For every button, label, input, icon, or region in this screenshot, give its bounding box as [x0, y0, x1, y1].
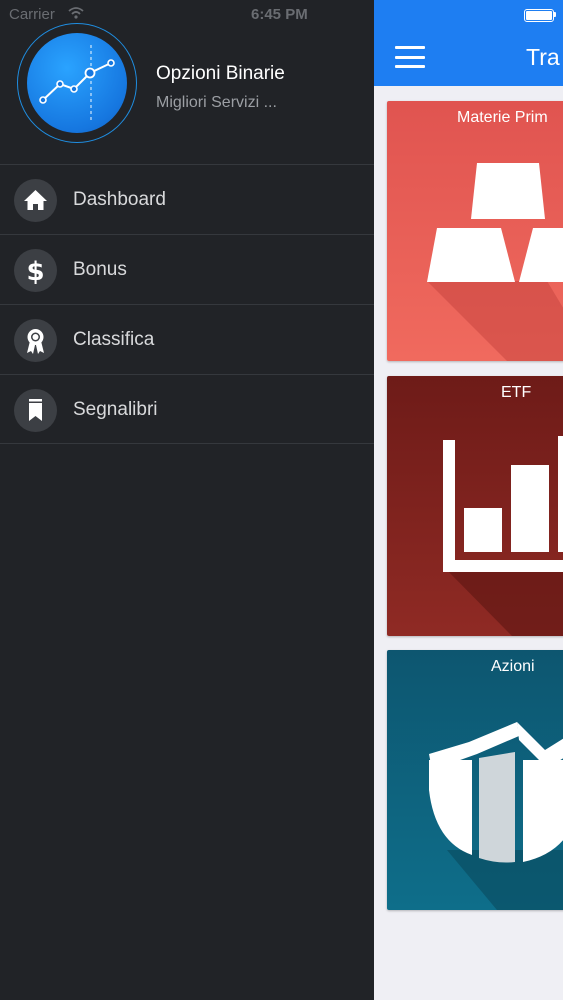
app-name: Opzioni Binarie: [156, 63, 285, 84]
side-drawer: Carrier 6:45 PM Opzioni Binarie Migliori…: [0, 0, 374, 1000]
pie-chart-icon: [429, 722, 563, 910]
svg-text:$: $: [26, 257, 44, 287]
award-ribbon-icon: [14, 319, 57, 362]
home-icon: [14, 179, 57, 222]
menu-item-dashboard[interactable]: Dashboard: [0, 164, 374, 234]
app-logo: [27, 33, 127, 133]
card-materie-prime[interactable]: Materie Prim: [387, 101, 563, 361]
menu-item-label: Segnalibri: [73, 399, 158, 420]
menu-icon[interactable]: [395, 46, 425, 68]
card-etf[interactable]: ETF: [387, 376, 563, 636]
menu-item-label: Classifica: [73, 329, 155, 350]
card-title: ETF: [501, 384, 532, 401]
card-title: Materie Prim: [457, 109, 548, 126]
battery-icon: [524, 9, 554, 22]
app-subtitle: Migliori Servizi ...: [156, 94, 277, 111]
status-bar: Carrier 6:45 PM: [0, 0, 374, 26]
nav-title: Tra: [526, 44, 560, 70]
drawer-menu: Dashboard $ Bonus Classifica Segnalibri: [0, 164, 374, 444]
bookmark-icon: [14, 389, 57, 432]
menu-item-label: Bonus: [73, 259, 127, 280]
menu-item-segnalibri[interactable]: Segnalibri: [0, 374, 374, 444]
dollar-icon: $: [14, 249, 57, 292]
menu-item-bonus[interactable]: $ Bonus: [0, 234, 374, 304]
menu-item-label: Dashboard: [73, 189, 166, 210]
main-content: Tra Materie Prim ETF Azioni: [374, 0, 563, 1000]
menu-item-classifica[interactable]: Classifica: [0, 304, 374, 374]
chart-line-icon: [39, 45, 115, 121]
carrier-label: Carrier: [9, 6, 55, 23]
wifi-icon: [68, 7, 84, 19]
gold-bars-icon: [427, 163, 563, 361]
card-title: Azioni: [491, 658, 535, 675]
nav-bar: Tra: [374, 0, 563, 86]
status-time: 6:45 PM: [251, 6, 308, 23]
card-azioni[interactable]: Azioni: [387, 650, 563, 910]
bar-chart-icon: [443, 436, 563, 636]
